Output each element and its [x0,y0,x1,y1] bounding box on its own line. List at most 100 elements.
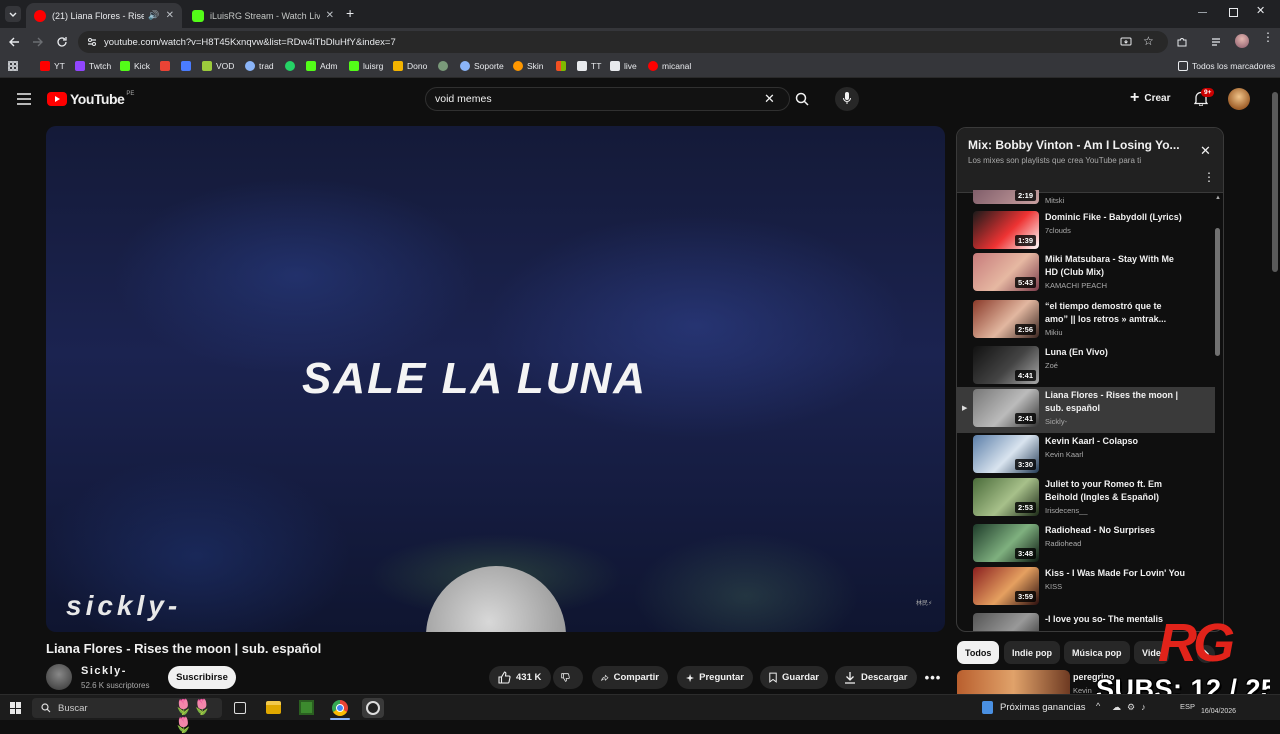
back-arrow-icon[interactable] [8,36,20,48]
news-widget[interactable]: Próximas ganancias [982,701,1086,714]
minecraft-icon[interactable] [299,700,314,715]
download-button[interactable]: Descargar [835,666,917,689]
tray-chevron-icon[interactable]: ^ [1096,701,1100,711]
save-button[interactable]: Guardar [760,666,828,689]
restore-button[interactable] [1229,8,1238,17]
browser-tab-strip: (21) Liana Flores - Rises the moon 🔊 ✕ i… [0,0,1280,28]
channel-name[interactable]: Sickly- [81,665,127,677]
bookmark-trad[interactable]: trad [245,61,274,71]
speaker-icon[interactable]: 🔊 [148,10,159,21]
chip-todos[interactable]: Todos [957,641,1000,664]
bookmark-gmail[interactable] [160,61,174,71]
search-input[interactable]: void memes ✕ [425,87,790,111]
ask-button[interactable]: Preguntar [677,666,753,689]
reload-icon[interactable] [56,36,68,48]
task-view-icon[interactable] [234,702,246,714]
channel-avatar[interactable] [46,664,72,690]
system-date[interactable]: 16/04/2026 [1201,708,1236,715]
bookmark-windows[interactable] [556,61,570,71]
account-avatar[interactable] [1228,88,1250,110]
bookmark-favicon-icon [460,61,470,71]
youtube-logo[interactable]: YouTube PE [47,91,134,107]
playlist-item[interactable]: 4:41 Luna (En Vivo) Zoé [957,344,1215,387]
scroll-up-arrow-icon[interactable]: ▲ [1215,195,1221,201]
video-duration: 2:19 [1014,190,1036,201]
playlist-title[interactable]: Mix: Bobby Vinton - Am I Losing Yo... [968,138,1188,152]
close-playlist-icon[interactable]: ✕ [1200,143,1211,159]
language-indicator[interactable]: ESP [1180,702,1195,711]
bookmark-favicon-icon [202,61,212,71]
profile-avatar[interactable] [1235,34,1249,48]
video-player[interactable]: SALE LA LUNA sickly- 林民⚡ [46,126,945,632]
bookmark-dono[interactable]: Dono [393,61,427,71]
playlist-item[interactable]: 1:39 Dominic Fike - Babydoll (Lyrics) 7clo… [957,209,1215,251]
bookmark-live[interactable]: live [610,61,637,71]
extensions-puzzle-icon[interactable] [1176,36,1188,48]
playlist-item[interactable]: 5:43 Miki Matsubara - Stay With Me HD (Cl… [957,251,1215,298]
close-tab-icon[interactable]: ✕ [326,10,334,21]
subscribe-button[interactable]: Suscribirse [168,666,236,689]
like-button[interactable]: 431 K [489,666,551,689]
playlist-item[interactable]: 3:48 Radiohead - No Surprises Radiohead [957,522,1215,565]
taskbar-search-input[interactable]: Buscar 🌷🌷🌷 [32,698,222,734]
bookmark-vod[interactable]: VOD [202,61,234,71]
bookmark-star-icon[interactable]: ☆ [1143,34,1154,48]
bookmark-twtch[interactable]: Twtch [75,61,111,71]
playlist-item[interactable]: 2:53 Juliet to your Romeo ft. Em Beihold … [957,476,1215,522]
playlist-item[interactable]: 3:59 Kiss - I Was Made For Lovin' You KISS [957,565,1215,611]
bookmark-yt[interactable]: YT [40,61,65,71]
bookmark-soporte[interactable]: Soporte [460,61,504,71]
page-scrollbar-thumb[interactable] [1272,92,1278,272]
playlist-scrollbar[interactable] [1215,228,1220,356]
recommended-video-thumbnail[interactable] [957,670,1070,694]
clear-search-icon[interactable]: ✕ [764,91,775,107]
bookmark-misc[interactable] [438,61,452,71]
search-icon[interactable] [795,92,809,106]
browser-tab-youtube[interactable]: (21) Liana Flores - Rises the moon 🔊 ✕ [26,3,182,28]
browser-menu-icon[interactable]: ⋮ [1262,31,1274,43]
forward-arrow-icon[interactable] [32,36,44,48]
media-controls-icon[interactable] [1211,36,1223,48]
dislike-button[interactable] [553,666,583,689]
hamburger-menu-icon[interactable] [17,93,31,105]
share-button[interactable]: Compartir [592,666,668,689]
voice-search-button[interactable] [835,87,859,111]
start-button[interactable] [10,702,22,714]
apps-grid-icon[interactable] [8,61,18,71]
close-window-button[interactable]: ✕ [1256,4,1265,17]
bookmark-skin[interactable]: Skin [513,61,544,71]
file-explorer-icon[interactable] [266,701,281,714]
youtube-favicon-icon [34,9,46,22]
playlist-item[interactable]: 2:56 “el tiempo demostró que te amo” || l… [957,298,1215,344]
chrome-icon[interactable] [332,700,348,716]
tray-icons[interactable]: ☁⚙♪ [1112,702,1152,713]
address-bar[interactable]: youtube.com/watch?v=H8T45Kxnqvw&list=RDw… [78,31,1168,53]
more-actions-button[interactable]: ••• [921,666,945,689]
playlist-item-current[interactable]: ▶ 2:41 Liana Flores - Rises the moon | sub… [957,387,1215,433]
playlist-item-partial[interactable]: 2:19 Mitski [957,190,1215,206]
bookmark-blank[interactable] [181,61,195,71]
obs-icon[interactable] [362,698,384,718]
all-bookmarks-folder[interactable]: Todos los marcadores [1178,61,1275,71]
chip-indie-pop[interactable]: Indie pop [1004,641,1060,664]
minimize-button[interactable] [1198,7,1210,17]
bookmark-kick[interactable]: Kick [120,61,150,71]
install-app-icon[interactable] [1120,36,1132,48]
browser-tab-kick[interactable]: iLuisRG Stream - Watch Live on ✕ [184,3,342,28]
bookmark-tt[interactable]: TT [577,61,601,71]
bookmark-adm[interactable]: Adm [306,61,337,71]
bookmark-luisrg[interactable]: luisrg [349,61,383,71]
bookmark-micanal[interactable]: micanal [648,61,691,71]
playlist-item[interactable]: 3:30 Kevin Kaarl - Colapso Kevin Kaarl [957,433,1215,476]
notifications-button[interactable]: 9+ [1194,88,1215,106]
chip-musica-pop[interactable]: Música pop [1064,641,1130,664]
playlist-subtitle: Los mixes son playlists que crea YouTube… [968,156,1142,165]
playlist-menu-icon[interactable]: ⋮ [1203,171,1215,183]
tab-search-button[interactable] [5,6,21,22]
site-settings-icon[interactable] [87,37,97,47]
close-tab-icon[interactable]: ✕ [166,10,174,21]
new-tab-button[interactable]: + [346,5,354,21]
create-button[interactable]: + Crear [1130,90,1170,106]
bookmark-whatsapp[interactable] [285,61,299,71]
download-icon [845,672,855,684]
